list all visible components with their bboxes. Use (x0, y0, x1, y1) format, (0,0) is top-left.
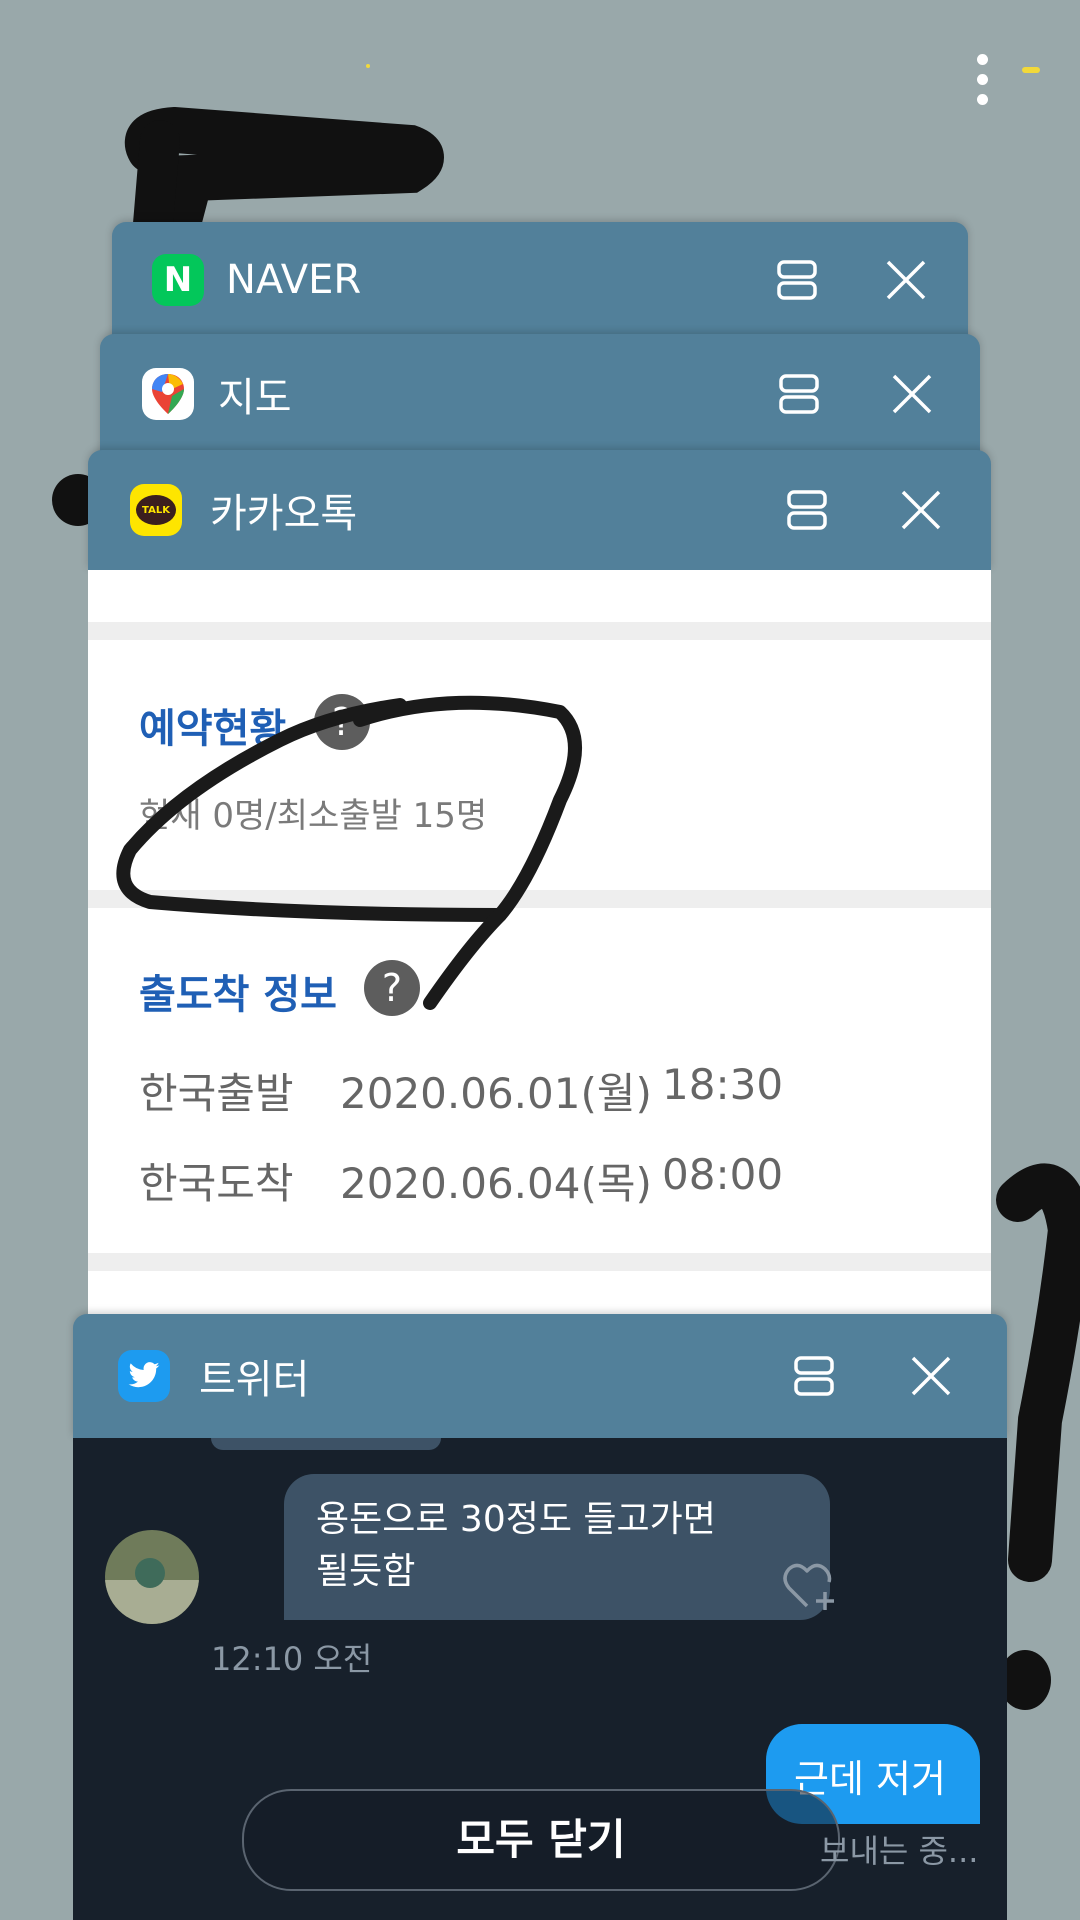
incoming-message-bubble[interactable]: 용돈으로 30정도 들고가면 될듯함 (284, 1474, 830, 1620)
window-twitter[interactable]: 트위터 (73, 1314, 1007, 1438)
previous-message-bubble (211, 1438, 441, 1450)
heart-plus-icon[interactable] (781, 1558, 841, 1614)
twitter-icon (118, 1350, 170, 1402)
avatar[interactable] (105, 1530, 199, 1624)
close-icon[interactable] (903, 1348, 959, 1404)
incoming-message-text: 용돈으로 30정도 들고가면 될듯함 (316, 1499, 716, 1592)
close-all-button[interactable]: 모두 닫기 (242, 1789, 840, 1891)
outgoing-message-text: 근데 저거 (794, 1757, 946, 1801)
split-screen-icon[interactable] (787, 1348, 843, 1404)
sending-status: 보내는 중... (820, 1832, 979, 1870)
message-timestamp: 12:10 오전 (211, 1640, 373, 1678)
window-title-twitter: 트위터 (199, 1357, 310, 1403)
